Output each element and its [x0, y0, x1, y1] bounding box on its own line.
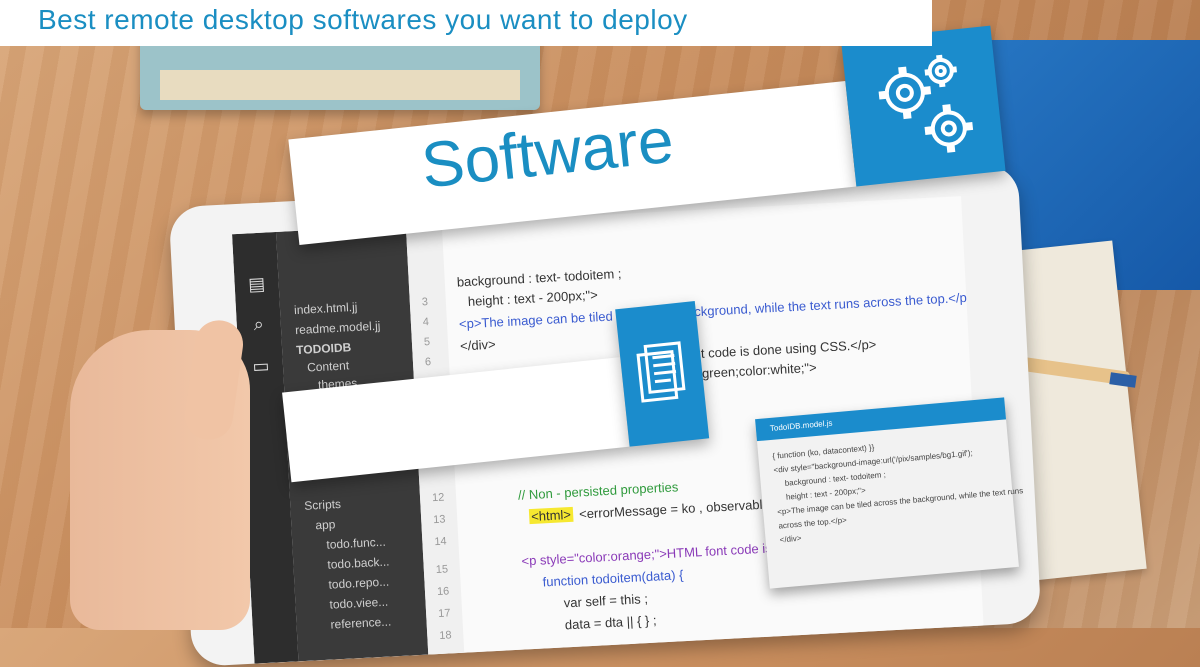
- code-line: function todoitem(data) {: [542, 567, 684, 590]
- file-item[interactable]: todo.func...: [326, 535, 386, 552]
- line-number: 16: [436, 585, 450, 599]
- files-icon[interactable]: ▤: [245, 272, 268, 295]
- popup-code-line: height : text - 200px;">: [785, 485, 867, 502]
- search-icon[interactable]: ⌕: [247, 312, 270, 335]
- monitor-icon[interactable]: ▭: [249, 354, 272, 377]
- popup-title: TodoIDB.model.js: [769, 418, 833, 433]
- gears-icon: [878, 54, 974, 153]
- gears-icon-panel: [841, 25, 1006, 187]
- line-number: 15: [435, 563, 449, 577]
- header-bar: Best remote desktop softwares you want t…: [0, 0, 932, 46]
- html-tag-highlight: <html>: [528, 506, 574, 525]
- file-item[interactable]: todo.back...: [327, 554, 390, 571]
- folder-item[interactable]: Scripts: [304, 497, 341, 513]
- code-line: background : text- todoitem ;: [456, 265, 622, 290]
- popup-code-line: </div>: [779, 533, 802, 545]
- document-icon-panel: [615, 301, 710, 447]
- file-item[interactable]: todo.viee...: [329, 595, 388, 612]
- file-item[interactable]: reference...: [330, 614, 391, 631]
- code-line: var self = this ;: [563, 591, 649, 611]
- code-line: <html>: [528, 506, 574, 525]
- code-line: data = dta || { } ;: [564, 612, 657, 633]
- line-number: 12: [431, 491, 445, 505]
- document-icon: [636, 341, 686, 403]
- code-line: <errorMessage = ko , observable() ;: [578, 495, 786, 522]
- code-line: t code is done using CSS.</p>: [700, 336, 877, 361]
- file-item[interactable]: index.html.jj: [294, 300, 358, 317]
- popup-code-line: background : text- todoitem ;: [784, 470, 887, 488]
- line-number: 18: [439, 629, 452, 642]
- code-line: green;color:white;">: [701, 359, 818, 381]
- line-number: 17: [437, 607, 451, 620]
- line-number: 13: [432, 513, 446, 527]
- file-item[interactable]: todo.repo...: [328, 575, 389, 592]
- line-number: 3: [421, 296, 429, 309]
- code-popup-window[interactable]: TodoIDB.model.js { function (ko, datacon…: [755, 397, 1024, 589]
- popup-code-line: across the top.</p>: [778, 515, 848, 531]
- folder-item[interactable]: app: [315, 517, 336, 532]
- line-number: 14: [434, 535, 447, 549]
- code-comment: // Non - persisted properties: [517, 479, 679, 503]
- page-title: Best remote desktop softwares you want t…: [38, 4, 688, 35]
